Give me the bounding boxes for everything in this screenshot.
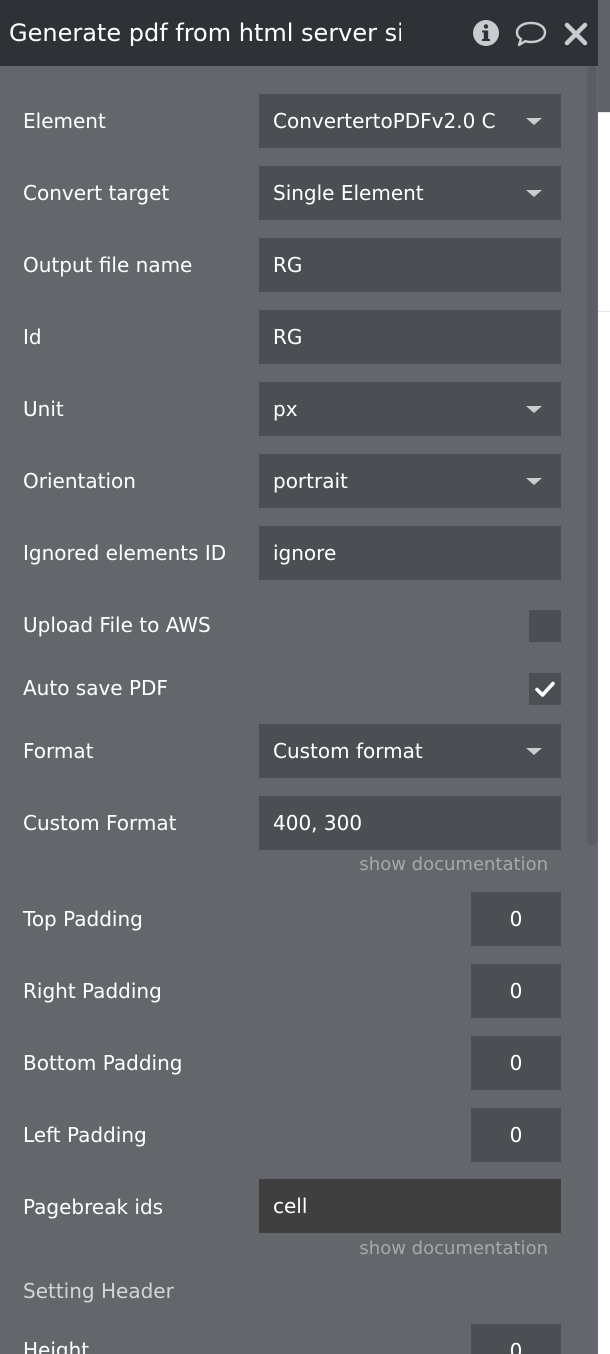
- convert-target-label: Convert target: [23, 181, 170, 205]
- format-label: Format: [23, 739, 94, 763]
- custom-format-input[interactable]: 400, 300: [259, 796, 561, 850]
- orientation-value: portrait: [273, 469, 348, 493]
- setting-header-section-title: Setting Header: [23, 1279, 174, 1303]
- convert-target-value: Single Element: [273, 181, 424, 205]
- id-label: Id: [23, 325, 42, 349]
- close-icon[interactable]: [563, 18, 589, 48]
- right-padding-input[interactable]: 0: [471, 964, 561, 1018]
- unit-dropdown[interactable]: px: [259, 382, 561, 436]
- orientation-dropdown[interactable]: portrait: [259, 454, 561, 508]
- left-padding-label: Left Padding: [23, 1123, 147, 1147]
- panel-title: Generate pdf from html server side: [9, 19, 401, 47]
- checkmark-icon: [535, 681, 555, 697]
- convert-target-dropdown[interactable]: Single Element: [259, 166, 561, 220]
- chevron-down-icon: [526, 406, 542, 413]
- chevron-down-icon: [526, 478, 542, 485]
- output-file-name-label: Output file name: [23, 253, 193, 277]
- height-label: Height: [23, 1338, 90, 1354]
- auto-save-pdf-checkbox[interactable]: [529, 673, 561, 705]
- right-padding-label: Right Padding: [23, 979, 162, 1003]
- comment-icon[interactable]: [514, 18, 548, 48]
- chevron-down-icon: [526, 118, 542, 125]
- page-scrollbar[interactable]: [598, 0, 610, 1354]
- unit-value: px: [273, 397, 298, 421]
- panel-titlebar[interactable]: Generate pdf from html server side: [0, 0, 598, 66]
- chevron-down-icon: [526, 748, 542, 755]
- property-editor-panel: Generate pdf from html server side Eleme…: [0, 0, 598, 1354]
- pagebreak-ids-input[interactable]: cell: [259, 1179, 561, 1233]
- upload-aws-checkbox[interactable]: [529, 610, 561, 642]
- pagebreak-ids-label: Pagebreak ids: [23, 1195, 164, 1219]
- element-dropdown[interactable]: ConvertertoPDFv2.0 C: [259, 94, 561, 148]
- info-icon[interactable]: [471, 18, 501, 48]
- chevron-down-icon: [526, 190, 542, 197]
- page-scrollbar-track-edge: [598, 112, 610, 312]
- custom-format-label: Custom Format: [23, 811, 177, 835]
- custom-format-doc-link[interactable]: show documentation: [359, 852, 548, 878]
- element-value: ConvertertoPDFv2.0 C: [273, 109, 496, 133]
- output-file-name-input[interactable]: RG: [259, 238, 561, 292]
- ignored-elements-id-input[interactable]: ignore: [259, 526, 561, 580]
- top-padding-input[interactable]: 0: [471, 892, 561, 946]
- format-value: Custom format: [273, 739, 423, 763]
- auto-save-pdf-label: Auto save PDF: [23, 676, 168, 700]
- format-dropdown[interactable]: Custom format: [259, 724, 561, 778]
- bottom-padding-label: Bottom Padding: [23, 1051, 183, 1075]
- upload-aws-label: Upload File to AWS: [23, 613, 211, 637]
- panel-scrollbar[interactable]: [587, 66, 597, 846]
- page-scrollbar-thumb[interactable]: [598, 0, 610, 112]
- orientation-label: Orientation: [23, 469, 136, 493]
- ignored-elements-id-label: Ignored elements ID: [23, 541, 227, 565]
- pagebreak-ids-doc-link[interactable]: show documentation: [359, 1236, 548, 1262]
- id-input[interactable]: RG: [259, 310, 561, 364]
- height-input[interactable]: 0: [471, 1324, 561, 1354]
- unit-label: Unit: [23, 397, 64, 421]
- bottom-padding-input[interactable]: 0: [471, 1036, 561, 1090]
- left-padding-input[interactable]: 0: [471, 1108, 561, 1162]
- element-label: Element: [23, 109, 106, 133]
- top-padding-label: Top Padding: [23, 907, 143, 931]
